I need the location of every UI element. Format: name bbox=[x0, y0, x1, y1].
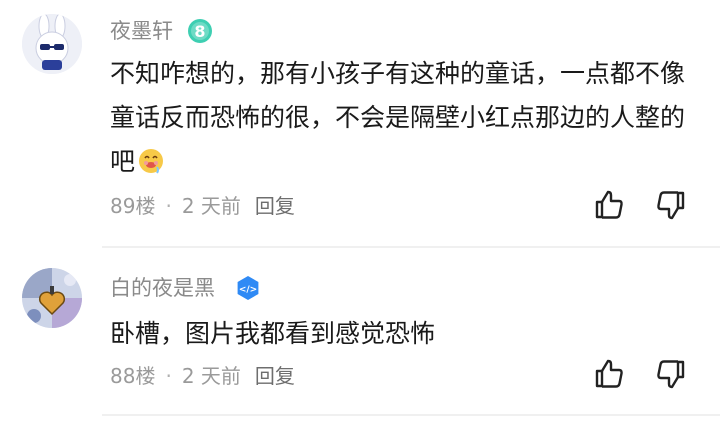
heart-collage-avatar-icon bbox=[22, 268, 82, 328]
like-button[interactable] bbox=[592, 187, 628, 223]
timestamp: 2 天前 bbox=[181, 194, 241, 218]
avatar[interactable] bbox=[22, 268, 82, 328]
comment-text: 卧槽，图片我都看到感觉恐怖 bbox=[110, 312, 700, 356]
developer-badge-text: </> bbox=[239, 285, 257, 295]
thumbs-down-icon bbox=[657, 191, 685, 220]
divider bbox=[102, 414, 720, 416]
avatar[interactable] bbox=[22, 14, 82, 74]
floor-number: 89楼 bbox=[110, 194, 156, 218]
separator-dot: · bbox=[165, 194, 172, 218]
comment-meta: 89楼 · 2 天前 回复 bbox=[110, 194, 295, 218]
level-badge-text: 8 bbox=[194, 22, 205, 41]
dislike-button[interactable] bbox=[652, 356, 688, 392]
floor-number: 88楼 bbox=[110, 364, 156, 388]
comment-meta: 88楼 · 2 天前 回复 bbox=[110, 364, 295, 388]
dislike-button[interactable] bbox=[652, 187, 688, 223]
separator-dot: · bbox=[165, 364, 172, 388]
like-button[interactable] bbox=[592, 356, 628, 392]
reply-button[interactable]: 回复 bbox=[255, 364, 295, 388]
level-badge-icon: 8 bbox=[186, 17, 214, 49]
thumbs-up-icon bbox=[595, 190, 623, 219]
thumbs-up-icon bbox=[595, 359, 623, 388]
comment-item: 夜墨轩 8 不知咋想的，那有小孩子有这种的童话，一点都不像童话反而恐怖的很，不会… bbox=[0, 0, 720, 248]
comment-item: 白的夜是黑 </> 卧槽，图片我都看到感觉恐怖 88楼 · 2 天前 回复 bbox=[0, 248, 720, 422]
username[interactable]: 白的夜是黑 bbox=[110, 275, 215, 301]
comment-text-content: 不知咋想的，那有小孩子有这种的童话，一点都不像童话反而恐怖的很，不会是隔壁小红点… bbox=[110, 59, 686, 176]
bunny-avatar-icon bbox=[22, 14, 82, 74]
developer-badge-icon: </> bbox=[234, 274, 262, 306]
drooling-face-emoji-icon bbox=[139, 149, 164, 174]
username[interactable]: 夜墨轩 bbox=[110, 18, 173, 44]
thumbs-down-icon bbox=[657, 360, 685, 389]
reply-button[interactable]: 回复 bbox=[255, 194, 295, 218]
comment-text-content: 卧槽，图片我都看到感觉恐怖 bbox=[110, 319, 436, 348]
timestamp: 2 天前 bbox=[181, 364, 241, 388]
comment-text: 不知咋想的，那有小孩子有这种的童话，一点都不像童话反而恐怖的很，不会是隔壁小红点… bbox=[110, 52, 700, 184]
